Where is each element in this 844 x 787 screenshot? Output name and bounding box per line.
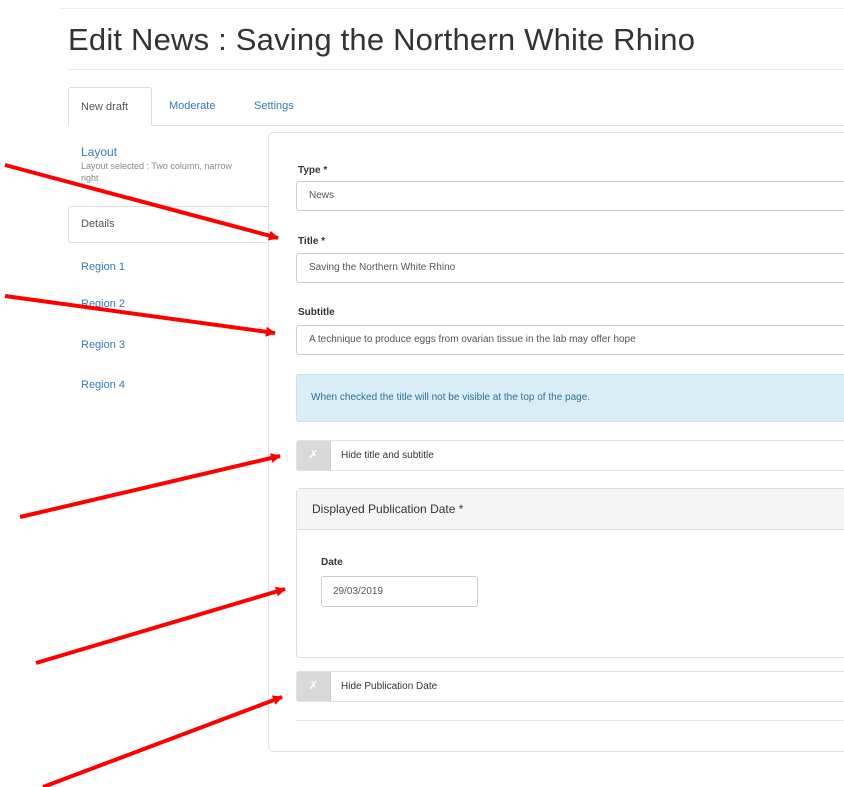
arrow-to-date bbox=[35, 586, 286, 665]
annotation-arrows bbox=[4, 163, 286, 787]
arrow-to-title bbox=[4, 163, 279, 241]
arrow-to-hide-title bbox=[19, 453, 281, 519]
arrow-to-hide-pub-date bbox=[42, 695, 283, 787]
arrow-to-subtitle bbox=[4, 294, 276, 337]
